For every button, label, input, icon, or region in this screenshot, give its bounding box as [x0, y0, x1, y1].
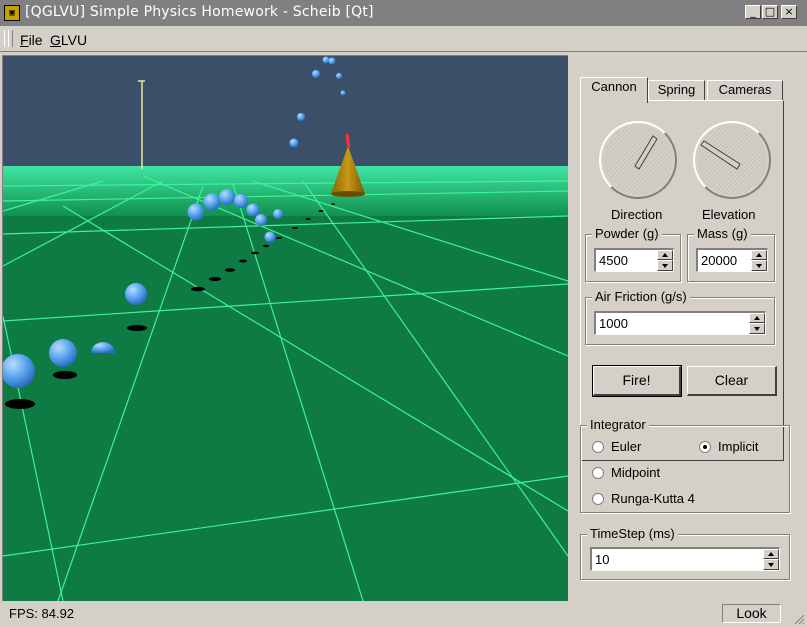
sky — [3, 56, 568, 171]
integrator-group: Integrator Euler Implicit Midpoint Runga… — [580, 417, 790, 513]
timestep-spinbox[interactable]: 10 — [590, 547, 780, 571]
powder-label: Powder (g) — [592, 226, 662, 241]
spin-down-icon[interactable] — [763, 559, 779, 570]
projectile-sphere — [273, 209, 283, 219]
maximize-icon[interactable]: □ — [762, 5, 778, 19]
projectile-sphere — [336, 73, 342, 79]
projectile-sphere — [297, 113, 305, 121]
timestep-group: TimeStep (ms) 10 — [580, 526, 790, 580]
projectile-sphere — [255, 214, 267, 226]
mass-group: Mass (g) 20000 — [687, 226, 775, 282]
cannon-barrel-marker — [345, 133, 351, 149]
clear-button[interactable]: Clear — [687, 366, 777, 396]
projectile-sphere — [125, 283, 147, 305]
radio-implicit[interactable] — [699, 441, 711, 453]
air-friction-spinbox[interactable]: 1000 — [594, 311, 766, 335]
opengl-viewport[interactable] — [2, 55, 568, 601]
projectile-sphere — [203, 193, 221, 211]
camera-mode-indicator: Look — [722, 604, 781, 623]
powder-spinbox[interactable]: 4500 — [594, 248, 674, 272]
timestep-label: TimeStep (ms) — [587, 526, 678, 541]
projectile-sphere — [219, 189, 235, 205]
app-icon[interactable]: ▣ — [4, 5, 20, 21]
radio-euler[interactable] — [592, 441, 604, 453]
projectile-sphere — [322, 56, 330, 64]
fire-button[interactable]: Fire! — [592, 365, 682, 397]
mass-label: Mass (g) — [694, 226, 751, 241]
direction-label: Direction — [611, 207, 663, 222]
radio-midpoint[interactable] — [592, 467, 604, 479]
status-bar: FPS: 84.92 Look — [0, 601, 807, 627]
powder-group: Powder (g) 4500 — [585, 226, 681, 282]
direction-dial[interactable] — [599, 121, 677, 199]
radio-euler-label[interactable]: Euler — [611, 439, 641, 454]
size-grip-icon[interactable] — [793, 613, 805, 625]
spin-up-icon[interactable] — [763, 549, 779, 559]
integrator-label: Integrator — [587, 417, 649, 432]
spin-down-icon[interactable] — [749, 323, 765, 334]
elevation-label: Elevation — [702, 207, 756, 222]
physics-scene[interactable] — [3, 56, 568, 601]
air-friction-group: Air Friction (g/s) 1000 — [585, 289, 775, 345]
projectile-sphere — [328, 57, 336, 65]
tab-cannon[interactable]: Cannon — [580, 77, 648, 103]
cannon-tab-pane: Direction Elevation Powder (g) 4500 Mass… — [580, 100, 784, 461]
spin-up-icon[interactable] — [657, 250, 673, 260]
spin-up-icon[interactable] — [749, 313, 765, 323]
cannon-cone-base — [331, 191, 365, 197]
tab-spring[interactable]: Spring — [648, 80, 705, 101]
projectile-sphere — [312, 70, 320, 78]
menu-glvu[interactable]: GLVU — [50, 32, 87, 48]
spin-down-icon[interactable] — [657, 260, 673, 271]
control-panel: Cannon Spring Cameras Direction Elevatio… — [568, 55, 805, 600]
projectile-sphere — [49, 339, 77, 367]
projectile-sphere — [246, 203, 260, 217]
projectile-sphere — [340, 90, 346, 96]
radio-runge-kutta-label[interactable]: Runga-Kutta 4 — [611, 491, 695, 506]
menu-file[interactable]: File — [20, 32, 43, 48]
toolbar-grip-icon[interactable] — [8, 30, 13, 47]
close-icon[interactable]: × — [781, 5, 797, 19]
elevation-dial[interactable] — [693, 121, 771, 199]
window-title: [QGLVU] Simple Physics Homework - Scheib… — [25, 4, 374, 20]
radio-implicit-label[interactable]: Implicit — [718, 439, 758, 454]
menu-bar: File GLVU — [0, 26, 807, 52]
projectile-sphere — [234, 194, 248, 208]
minimize-icon[interactable]: _ — [745, 5, 761, 19]
projectile-sphere — [264, 231, 276, 243]
radio-midpoint-label[interactable]: Midpoint — [611, 465, 660, 480]
title-bar: ▣ [QGLVU] Simple Physics Homework - Sche… — [0, 0, 807, 26]
spin-up-icon[interactable] — [751, 250, 767, 260]
projectile-sphere — [187, 203, 205, 221]
radio-runge-kutta[interactable] — [592, 493, 604, 505]
projectile-sphere — [289, 138, 299, 148]
mass-spinbox[interactable]: 20000 — [696, 248, 768, 272]
spin-down-icon[interactable] — [751, 260, 767, 271]
air-friction-label: Air Friction (g/s) — [592, 289, 690, 304]
tab-cameras[interactable]: Cameras — [707, 80, 783, 101]
fps-readout: FPS: 84.92 — [9, 606, 75, 621]
